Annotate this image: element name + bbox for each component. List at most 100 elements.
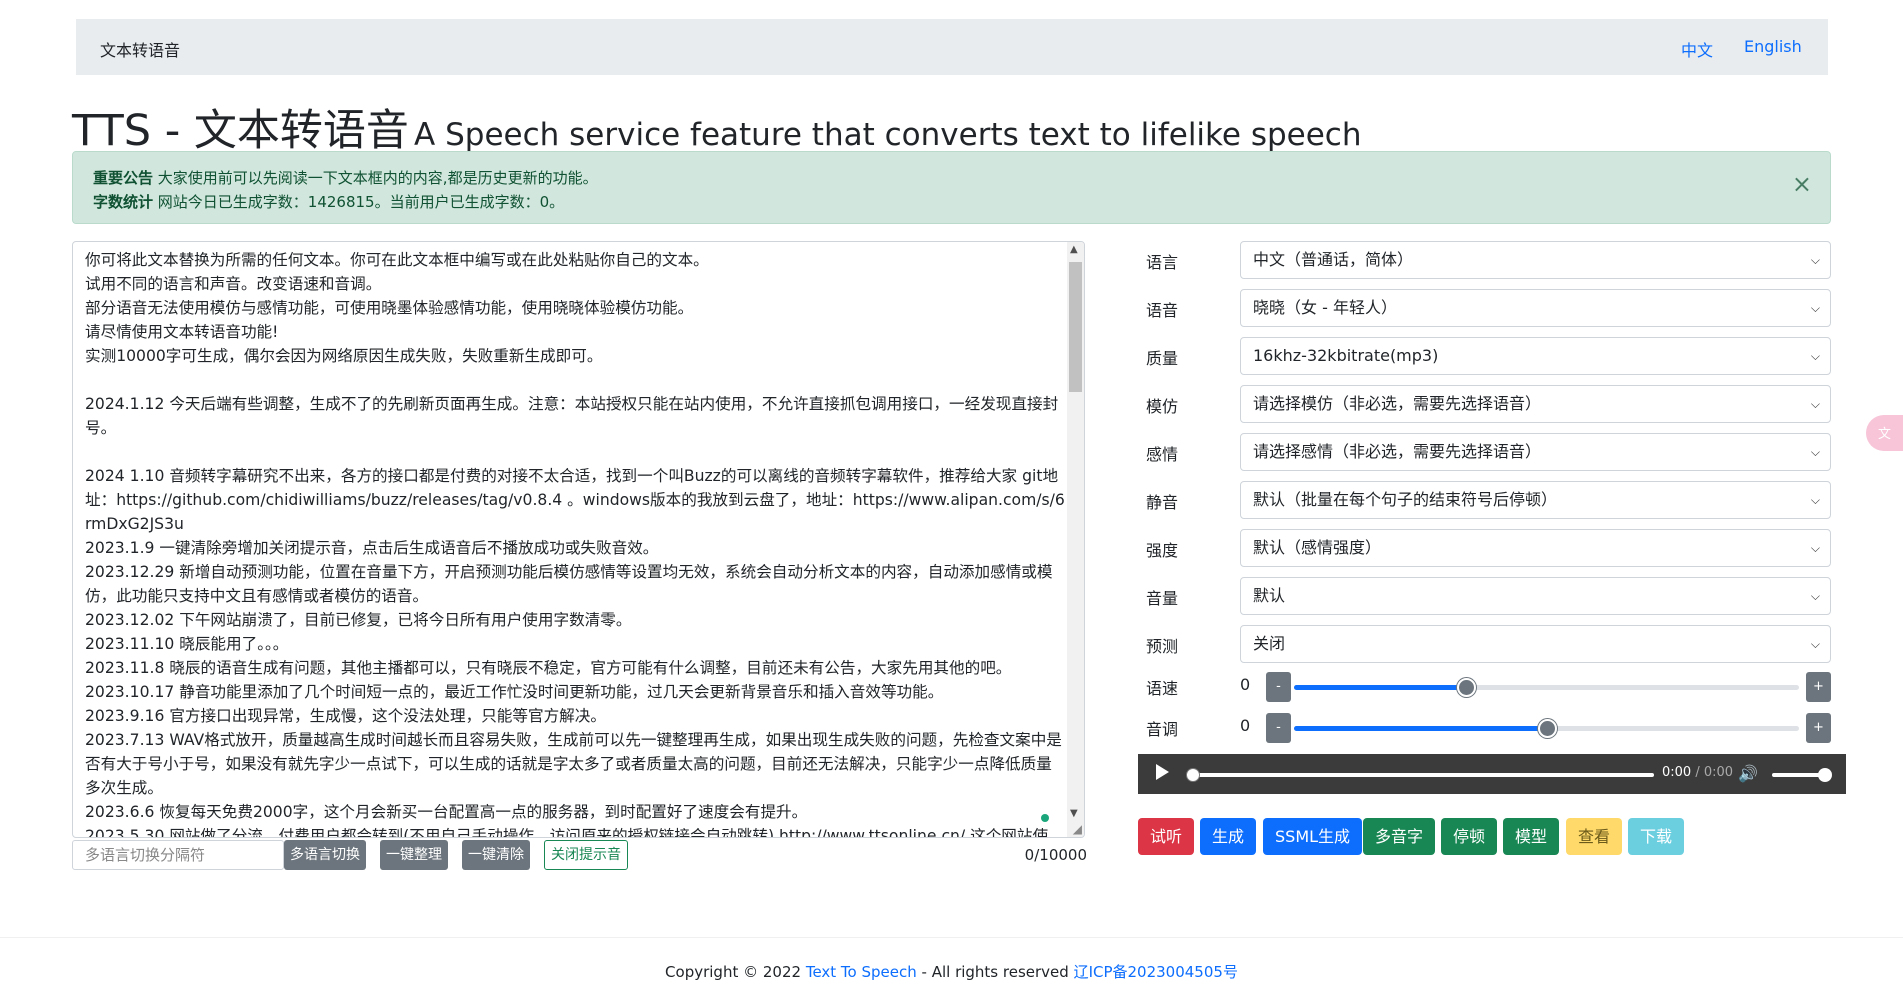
chevron-down-icon: ⌵ — [1810, 493, 1820, 507]
navbar: 文本转语音 中文 English — [76, 19, 1828, 75]
audio-duration: / 0:00 — [1695, 765, 1734, 780]
form-row-intensity: 强度 默认（感情强度） ⌵ — [1146, 529, 1831, 567]
audio-progress-handle[interactable] — [1186, 768, 1200, 782]
intensity-select[interactable]: 默认（感情强度） ⌵ — [1240, 529, 1831, 567]
stats-text: 网站今日已生成字数：1426815。当前用户已生成字数：0。 — [157, 193, 565, 211]
audio-player: 0:00 / 0:00 🔊 — [1138, 754, 1846, 794]
rate-slider[interactable] — [1294, 678, 1799, 697]
voice-label: 语音 — [1146, 301, 1179, 320]
lang-chinese-link[interactable]: 中文 — [1681, 37, 1713, 61]
notice-text: 大家使用前可以先阅读一下文本框内的内容,都是历史更新的功能。 — [157, 169, 598, 187]
chevron-down-icon: ⌵ — [1810, 253, 1820, 267]
scroll-up-icon[interactable]: ▲ — [1070, 244, 1078, 255]
textarea-scrollbar[interactable]: ▲ ▼ — [1067, 242, 1084, 837]
rate-label: 语速 — [1146, 679, 1179, 698]
silence-label: 静音 — [1146, 493, 1179, 512]
rate-slider-handle[interactable] — [1456, 678, 1476, 697]
notice-label: 重要公告 — [93, 169, 154, 187]
mute-sound-button[interactable]: 关闭提示音 — [544, 840, 628, 870]
listen-button[interactable]: 试听 — [1138, 818, 1195, 855]
form-row-silence: 静音 默认（批量在每个句子的结束符号后停顿） ⌵ — [1146, 481, 1831, 519]
chevron-down-icon: ⌵ — [1810, 397, 1820, 411]
scrollbar-thumb[interactable] — [1069, 262, 1082, 392]
multi-language-switch-button[interactable]: 多语言切换 — [284, 840, 366, 870]
tidy-button[interactable]: 一键整理 — [380, 840, 448, 870]
chevron-down-icon: ⌵ — [1810, 301, 1820, 315]
model-button[interactable]: 模型 — [1503, 818, 1560, 855]
clear-button[interactable]: 一键清除 — [462, 840, 530, 870]
rate-decrease-button[interactable]: - — [1266, 672, 1291, 702]
polyphone-button[interactable]: 多音字 — [1363, 818, 1436, 855]
rate-increase-button[interactable]: + — [1806, 672, 1831, 702]
pitch-slider-handle[interactable] — [1537, 719, 1557, 738]
form-row-volume: 音量 默认 ⌵ — [1146, 577, 1831, 615]
text-tools-bar: 多语言切换分隔符 多语言切换 一键整理 一键清除 关闭提示音 0/10000 — [72, 840, 1087, 870]
play-icon[interactable] — [1156, 764, 1169, 780]
emotion-select-value: 请选择感情（非必选，需要先选择语音） — [1253, 442, 1542, 461]
form-row-language: 语言 中文（普通话，简体） ⌵ — [1146, 241, 1831, 279]
form-row-style: 模仿 请选择模仿（非必选，需要先选择语音） ⌵ — [1146, 385, 1831, 423]
brand-title[interactable]: 文本转语音 — [100, 37, 180, 61]
pitch-value: 0 — [1240, 716, 1251, 735]
pitch-decrease-button[interactable]: - — [1266, 713, 1291, 743]
page-title: TTS - 文本转语音 A Speech service feature tha… — [72, 96, 1361, 158]
page-title-main: TTS - 文本转语音 — [72, 106, 409, 156]
quality-select[interactable]: 16khz-32kbitrate(mp3) ⌵ — [1240, 337, 1831, 375]
quality-label: 质量 — [1146, 349, 1179, 368]
volume-select[interactable]: 默认 ⌵ — [1240, 577, 1831, 615]
footer-icp-link[interactable]: 辽ICP备2023004505号 — [1074, 963, 1238, 981]
pitch-slider-row: 音调 0 - + — [1146, 713, 1831, 743]
voice-select-value: 晓晓（女 - 年轻人） — [1253, 298, 1397, 317]
ssml-generate-button[interactable]: SSML生成 — [1263, 818, 1363, 855]
rate-value: 0 — [1240, 675, 1251, 694]
footer-copyright: Copyright © 2022 — [665, 963, 806, 981]
text-input-content[interactable]: 你可将此文本替换为所需的任何文本。你可在此文本框中编写或在此处粘贴你自己的文本。… — [85, 248, 1065, 837]
form-row-voice: 语音 晓晓（女 - 年轻人） ⌵ — [1146, 289, 1831, 327]
pitch-slider-fill — [1294, 726, 1547, 731]
stats-line: 字数统计 网站今日已生成字数：1426815。当前用户已生成字数：0。 — [93, 190, 1810, 214]
intensity-label: 强度 — [1146, 541, 1179, 560]
emotion-select[interactable]: 请选择感情（非必选，需要先选择语音） ⌵ — [1240, 433, 1831, 471]
audio-current-time: 0:00 — [1662, 765, 1692, 780]
form-row-predict: 预测 关闭 ⌵ — [1146, 625, 1831, 663]
imitation-select[interactable]: 请选择模仿（非必选，需要先选择语音） ⌵ — [1240, 385, 1831, 423]
form-row-quality: 质量 16khz-32kbitrate(mp3) ⌵ — [1146, 337, 1831, 375]
chevron-down-icon: ⌵ — [1810, 541, 1820, 555]
close-icon[interactable]: × — [1792, 172, 1812, 196]
generate-button[interactable]: 生成 — [1200, 818, 1257, 855]
language-select[interactable]: 中文（普通话，简体） ⌵ — [1240, 241, 1831, 279]
audio-progress-bar[interactable] — [1191, 773, 1654, 777]
silence-select[interactable]: 默认（批量在每个句子的结束符号后停顿） ⌵ — [1240, 481, 1831, 519]
pause-button[interactable]: 停顿 — [1441, 818, 1498, 855]
footer-site-link[interactable]: Text To Speech — [806, 963, 917, 981]
language-select-value: 中文（普通话，简体） — [1253, 250, 1414, 269]
text-input-area[interactable]: 你可将此文本替换为所需的任何文本。你可在此文本框中编写或在此处粘贴你自己的文本。… — [72, 241, 1085, 838]
audio-volume-handle[interactable] — [1818, 768, 1832, 782]
pitch-slider[interactable] — [1294, 719, 1799, 738]
voice-select[interactable]: 晓晓（女 - 年轻人） ⌵ — [1240, 289, 1831, 327]
silence-select-value: 默认（批量在每个句子的结束符号后停顿） — [1253, 490, 1558, 509]
rate-slider-row: 语速 0 - + — [1146, 672, 1831, 702]
chevron-down-icon: ⌵ — [1810, 637, 1820, 651]
language-label: 语言 — [1146, 253, 1179, 272]
download-button[interactable]: 下载 — [1628, 818, 1685, 855]
chevron-down-icon: ⌵ — [1810, 589, 1820, 603]
resize-handle-icon[interactable]: ◢ — [1073, 822, 1082, 836]
translate-icon: 文 — [1878, 427, 1892, 442]
footer-rights: - All rights reserved — [916, 963, 1074, 981]
scroll-down-icon[interactable]: ▼ — [1070, 808, 1078, 819]
pitch-label: 音调 — [1146, 720, 1179, 739]
volume-icon[interactable]: 🔊 — [1738, 764, 1758, 783]
status-dot-icon — [1041, 814, 1049, 822]
predict-label: 预测 — [1146, 637, 1179, 656]
view-button[interactable]: 查看 — [1566, 818, 1623, 855]
volume-label: 音量 — [1146, 589, 1179, 608]
pitch-increase-button[interactable]: + — [1806, 713, 1831, 743]
audio-time: 0:00 / 0:00 — [1662, 765, 1733, 780]
translate-widget[interactable]: 文 — [1866, 415, 1903, 451]
chevron-down-icon: ⌵ — [1810, 349, 1820, 363]
separator-input[interactable]: 多语言切换分隔符 — [72, 840, 284, 870]
imitation-label: 模仿 — [1146, 397, 1179, 416]
lang-english-link[interactable]: English — [1744, 37, 1802, 56]
predict-select[interactable]: 关闭 ⌵ — [1240, 625, 1831, 663]
